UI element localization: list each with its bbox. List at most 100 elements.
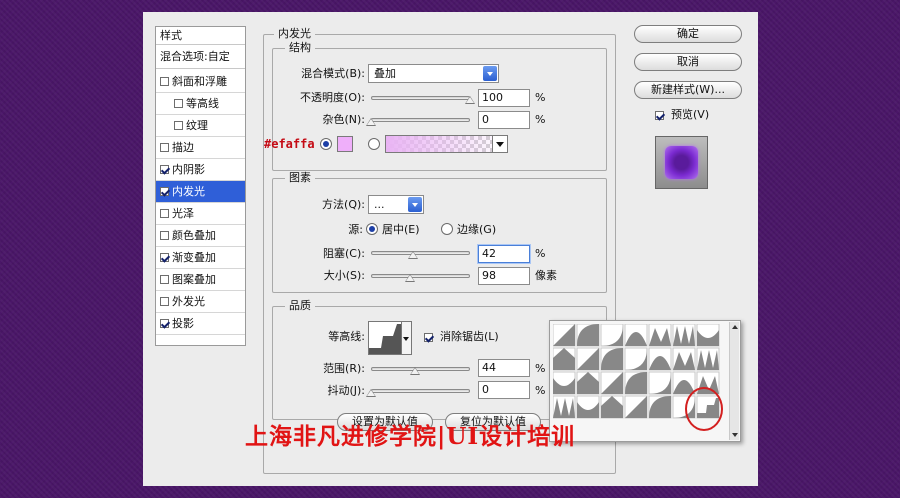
anti-alias-check-icon[interactable] (424, 333, 433, 342)
jitter-slider[interactable] (371, 389, 470, 393)
style-list-header[interactable]: 样式 (156, 27, 245, 45)
elements-title: 图素 (285, 171, 315, 184)
style-item-label: 图案叠加 (172, 273, 216, 286)
style-item-checkbox[interactable] (174, 99, 183, 108)
style-item-checkbox[interactable] (160, 209, 169, 218)
anti-alias-label[interactable]: 消除锯齿(L) (440, 330, 499, 344)
jitter-label: 抖动(J): (327, 384, 365, 397)
method-select[interactable]: ... (368, 195, 424, 214)
preview-checkbox[interactable] (655, 109, 667, 122)
range-unit: % (535, 362, 546, 375)
size-unit: 像素 (535, 269, 557, 282)
highlight-circle-annotation (685, 387, 723, 431)
style-item-label: 渐变叠加 (172, 251, 216, 264)
style-item-0[interactable]: 斜面和浮雕 (156, 71, 245, 93)
chevron-down-icon (408, 197, 422, 212)
blend-mode-select[interactable]: 叠加 (368, 64, 499, 83)
contour-dropdown[interactable] (402, 321, 412, 355)
glow-color-swatch[interactable] (337, 136, 353, 152)
choke-slider-thumb[interactable] (407, 251, 418, 259)
noise-unit: % (535, 113, 546, 126)
style-item-checkbox[interactable] (160, 231, 169, 240)
style-item-6[interactable]: 光泽 (156, 203, 245, 225)
contour-thumbnail[interactable] (368, 321, 402, 355)
style-item-checkbox[interactable] (160, 187, 169, 196)
opacity-input[interactable]: 100 (478, 89, 530, 107)
contour-curve-icon (369, 324, 401, 354)
choke-label: 阻塞(C): (323, 247, 365, 260)
choke-input[interactable]: 42 (478, 245, 530, 263)
style-item-2[interactable]: 纹理 (156, 115, 245, 137)
preview-label[interactable]: 预览(V) (671, 108, 709, 122)
choke-slider[interactable] (371, 251, 470, 255)
noise-input[interactable]: 0 (478, 111, 530, 129)
style-item-3[interactable]: 描边 (156, 137, 245, 159)
jitter-slider-thumb[interactable] (366, 389, 376, 397)
jitter-input[interactable]: 0 (478, 381, 530, 399)
style-item-7[interactable]: 颜色叠加 (156, 225, 245, 247)
opacity-label: 不透明度(O): (300, 91, 365, 104)
preview-check-icon[interactable] (655, 111, 664, 120)
blend-options-item[interactable]: 混合选项:自定 (156, 45, 245, 69)
style-item-checkbox[interactable] (160, 165, 169, 174)
style-item-10[interactable]: 外发光 (156, 291, 245, 313)
style-item-checkbox[interactable] (160, 253, 169, 262)
noise-slider[interactable] (371, 118, 470, 122)
source-edge-radio[interactable] (441, 223, 453, 235)
color-hex-annotation: #efaffa (264, 137, 315, 151)
method-value: ... (374, 198, 385, 211)
style-item-1[interactable]: 等高线 (156, 93, 245, 115)
watermark-text: 上海非凡进修学院|UI设计培训 (245, 423, 576, 450)
noise-slider-thumb[interactable] (366, 118, 376, 126)
style-item-checkbox[interactable] (160, 275, 169, 284)
ok-button[interactable]: 确定 (634, 25, 742, 43)
gradient-radio[interactable] (368, 138, 380, 150)
scroll-arrows-icon (732, 325, 738, 437)
range-input[interactable]: 44 (478, 359, 530, 377)
chevron-down-icon[interactable] (492, 136, 507, 152)
style-item-checkbox[interactable] (160, 143, 169, 152)
choke-unit: % (535, 247, 546, 260)
range-label: 范围(R): (323, 362, 365, 375)
jitter-unit: % (535, 384, 546, 397)
size-slider-thumb[interactable] (404, 274, 415, 282)
source-center-radio[interactable] (366, 223, 378, 235)
source-edge-label[interactable]: 边缘(G) (457, 223, 496, 237)
blend-mode-value: 叠加 (374, 67, 396, 80)
style-item-11[interactable]: 投影 (156, 313, 245, 335)
style-item-label: 描边 (172, 141, 194, 154)
quality-title: 品质 (285, 299, 315, 312)
style-item-8[interactable]: 渐变叠加 (156, 247, 245, 269)
range-slider-thumb[interactable] (409, 367, 420, 375)
cancel-button[interactable]: 取消 (634, 53, 742, 71)
popup-scrollbar[interactable] (729, 322, 739, 440)
chevron-down-icon (483, 66, 497, 81)
range-slider[interactable] (371, 367, 470, 371)
blend-mode-label: 混合模式(B): (301, 67, 365, 80)
size-slider[interactable] (371, 274, 470, 278)
style-item-checkbox[interactable] (174, 121, 183, 130)
opacity-slider[interactable] (371, 96, 470, 100)
style-item-label: 投影 (172, 317, 194, 330)
new-style-button[interactable]: 新建样式(W)... (634, 81, 742, 99)
style-item-checkbox[interactable] (160, 77, 169, 86)
style-item-9[interactable]: 图案叠加 (156, 269, 245, 291)
opacity-slider-thumb[interactable] (465, 96, 475, 104)
solid-color-radio[interactable] (320, 138, 332, 150)
source-center-label[interactable]: 居中(E) (382, 223, 420, 237)
style-item-4[interactable]: 内阴影 (156, 159, 245, 181)
style-preview-thumbnail (655, 136, 708, 189)
structure-title: 结构 (285, 41, 315, 54)
style-item-checkbox[interactable] (160, 297, 169, 306)
size-input[interactable]: 98 (478, 267, 530, 285)
opacity-unit: % (535, 91, 546, 104)
noise-label: 杂色(N): (322, 113, 365, 126)
gradient-picker[interactable] (385, 135, 508, 153)
inner-glow-title: 内发光 (274, 27, 315, 40)
style-item-label: 等高线 (186, 97, 219, 110)
anti-alias-checkbox[interactable] (424, 331, 436, 344)
style-item-label: 内阴影 (172, 163, 205, 176)
style-item-label: 光泽 (172, 207, 194, 220)
style-item-checkbox[interactable] (160, 319, 169, 328)
style-item-5[interactable]: 内发光 (156, 181, 245, 203)
